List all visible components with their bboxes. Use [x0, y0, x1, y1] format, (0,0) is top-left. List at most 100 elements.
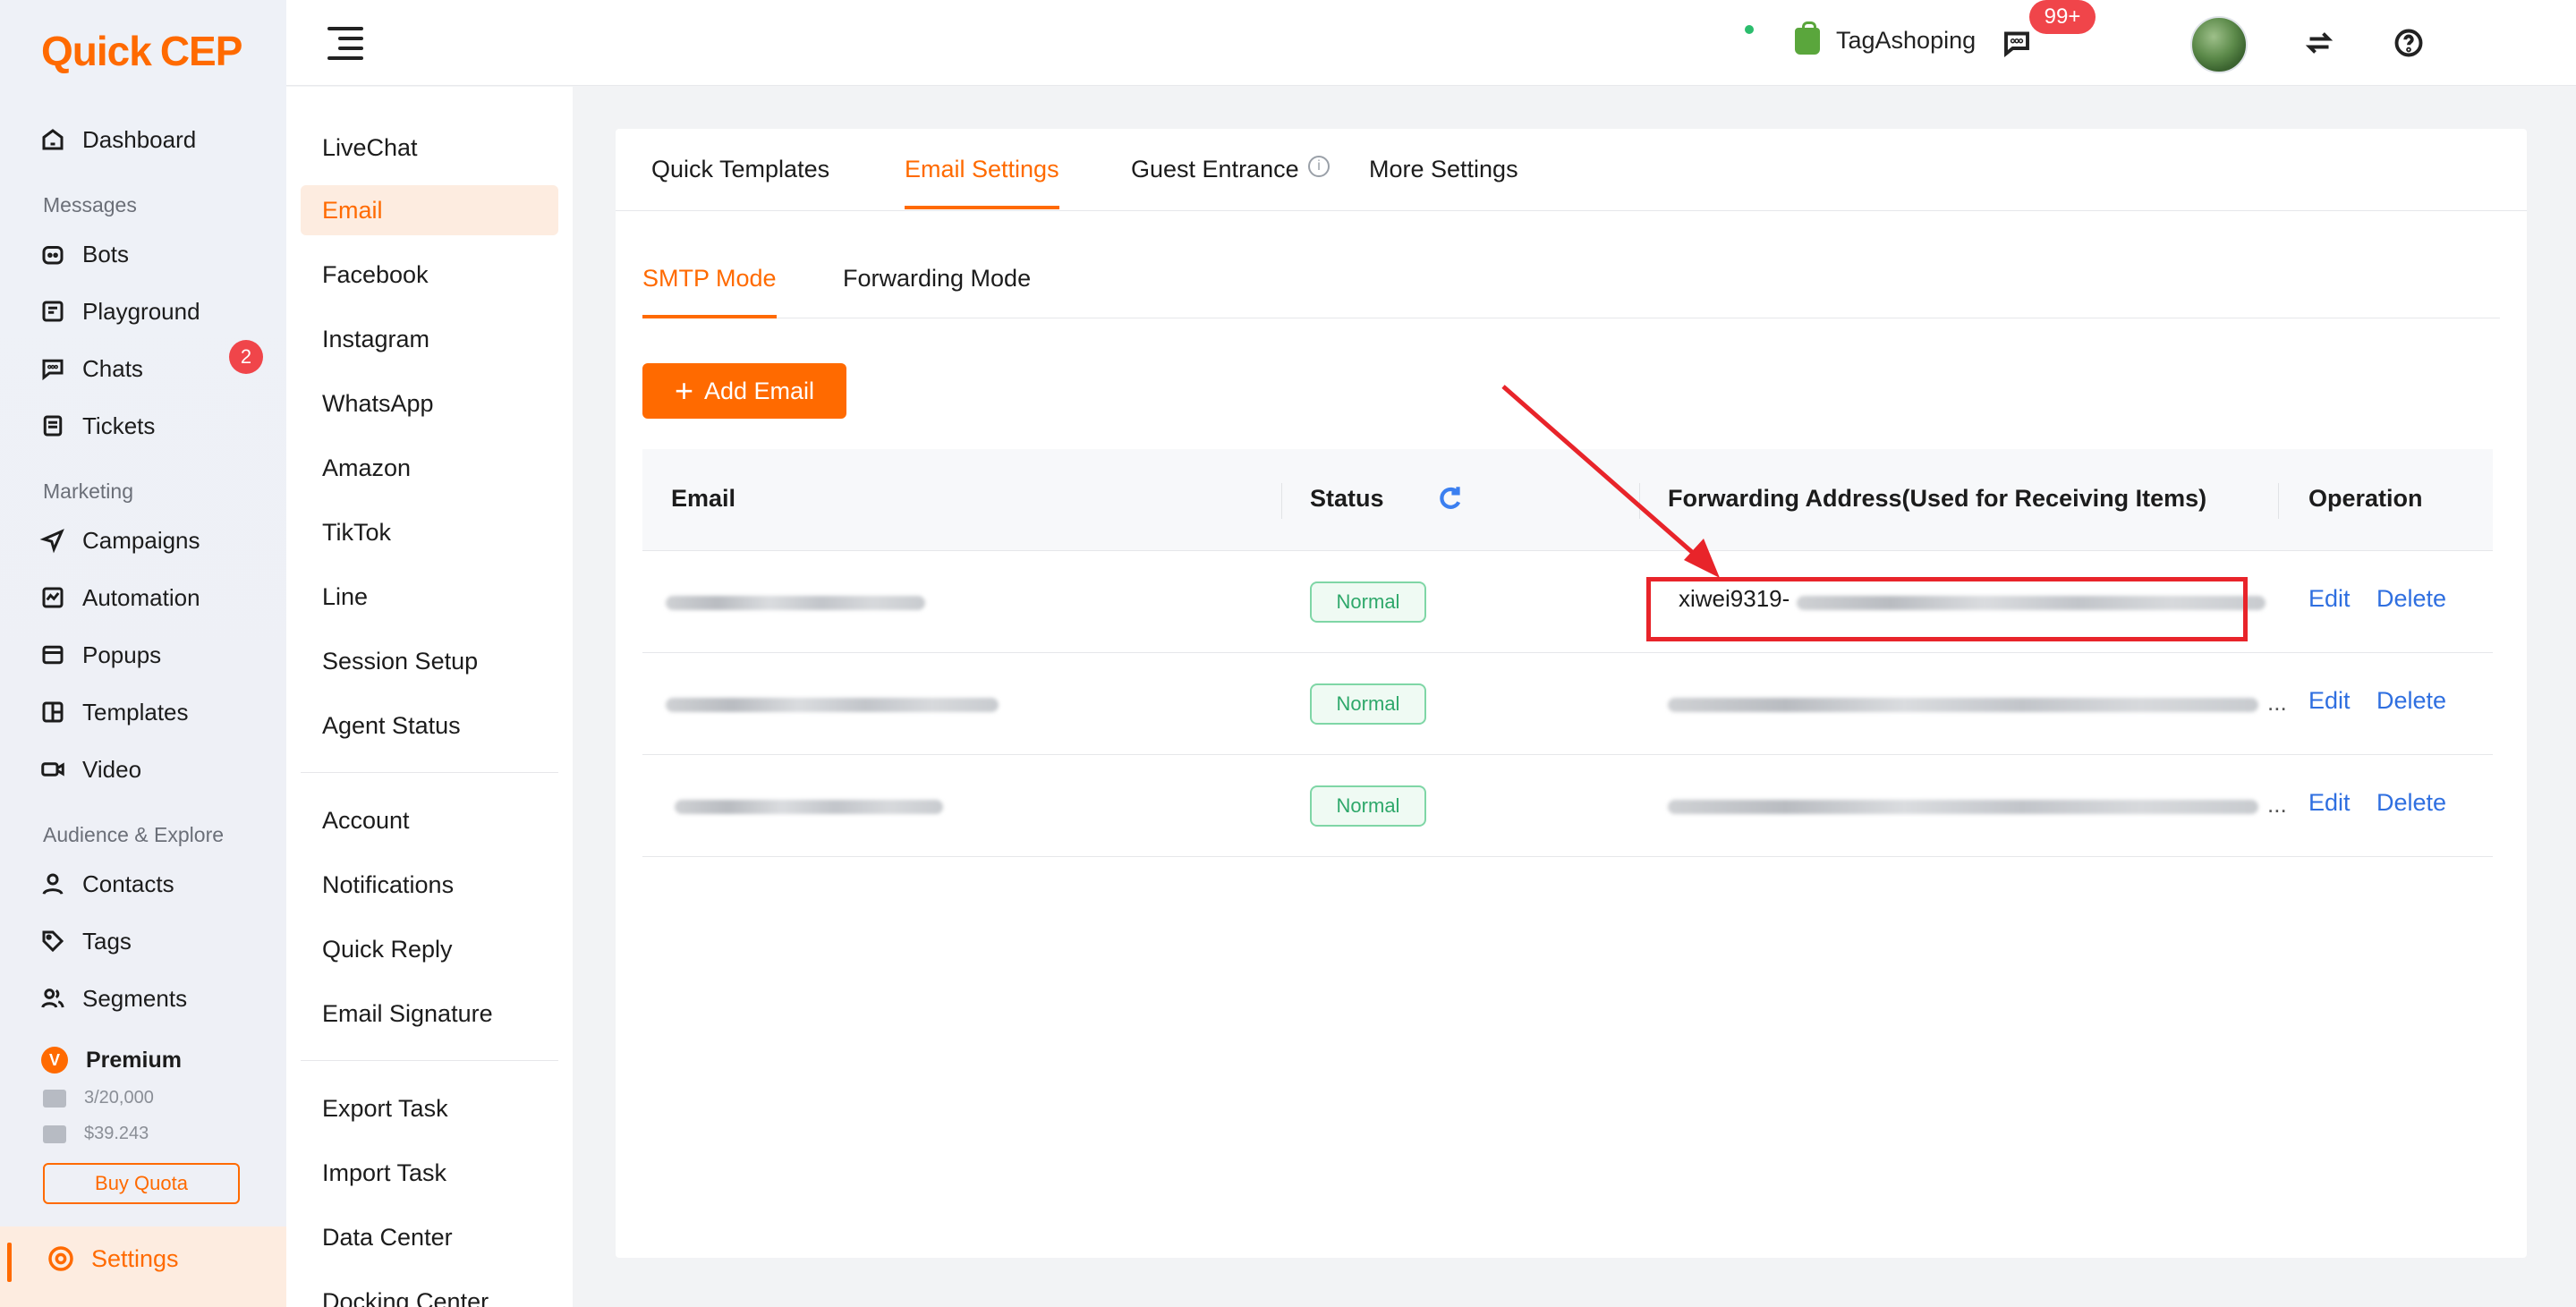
subnav-notifications[interactable]: Notifications [322, 860, 454, 910]
sidebar-item-label: Contacts [82, 870, 174, 897]
sidebar-item-segments[interactable]: Segments [38, 977, 187, 1020]
col-operation: Operation [2308, 485, 2423, 512]
settings-icon [48, 1246, 73, 1271]
subnav-session-setup[interactable]: Session Setup [322, 636, 478, 686]
subnav-line[interactable]: Line [322, 572, 368, 622]
balance-value: $39.243 [84, 1124, 149, 1143]
blurred-forwarding-address [1668, 800, 2258, 814]
sidebar-item-tickets[interactable]: Tickets [38, 404, 155, 447]
delete-link[interactable]: Delete [2376, 687, 2446, 715]
tab-guest-entrance[interactable]: Guest Entrance [1131, 156, 1299, 183]
sidebar-item-label: Popups [82, 641, 162, 668]
subnav-whatsapp[interactable]: WhatsApp [322, 378, 434, 429]
sidebar-item-automation[interactable]: Automation [38, 576, 200, 619]
bot-icon [38, 239, 68, 269]
contact-icon [38, 869, 68, 899]
sidebar-item-label: Campaigns [82, 526, 200, 554]
tab-email-settings[interactable]: Email Settings [905, 156, 1059, 183]
subnav-email-signature[interactable]: Email Signature [322, 989, 493, 1039]
blurred-email [666, 596, 925, 610]
online-status-dot [1743, 23, 1756, 36]
subnav-export-task[interactable]: Export Task [322, 1083, 448, 1133]
store-switcher[interactable]: TagAshoping [1795, 21, 1976, 55]
sidebar-item-bots[interactable]: Bots [38, 233, 129, 276]
popup-icon [38, 640, 68, 670]
tab-smtp-mode[interactable]: SMTP Mode [642, 265, 777, 293]
messages-icon[interactable] [1999, 25, 2035, 61]
sidebar-item-playground[interactable]: Playground [38, 290, 200, 333]
subnav-docking-center[interactable]: Docking Center [322, 1277, 489, 1307]
email-quota: 3/20,000 [43, 1088, 154, 1108]
sidebar-item-chats[interactable]: Chats [38, 347, 143, 390]
subnav-divider [301, 772, 558, 773]
subnav-email[interactable]: Email [322, 185, 383, 235]
tab-more-settings[interactable]: More Settings [1369, 156, 1518, 183]
subnav-import-task[interactable]: Import Task [322, 1148, 446, 1198]
sidebar-item-label: Playground [82, 297, 200, 325]
sidebar-item-label: Tags [82, 927, 132, 955]
sidebar-item-popups[interactable]: Popups [38, 633, 161, 676]
sidebar-item-dashboard[interactable]: Dashboard [38, 118, 196, 161]
user-avatar[interactable] [2190, 16, 2248, 73]
blurred-forwarding-address [1668, 698, 2258, 712]
tab-forwarding-mode[interactable]: Forwarding Mode [843, 265, 1031, 293]
subnav-quick-reply[interactable]: Quick Reply [322, 924, 453, 974]
delete-link[interactable]: Delete [2376, 789, 2446, 817]
annotation-highlight-box [1646, 577, 2248, 641]
section-messages: Messages [43, 193, 137, 216]
blurred-email [675, 800, 943, 814]
subnav-account[interactable]: Account [322, 795, 410, 845]
home-icon [38, 124, 68, 155]
plan-premium: V Premium [41, 1047, 182, 1074]
subnav-data-center[interactable]: Data Center [322, 1212, 453, 1262]
edit-link[interactable]: Edit [2308, 687, 2351, 715]
email-quota-value: 3/20,000 [84, 1088, 154, 1108]
menu-collapse-icon[interactable] [327, 27, 363, 60]
col-email: Email [671, 485, 736, 512]
add-email-button[interactable]: + Add Email [642, 363, 846, 419]
buy-quota-button[interactable]: Buy Quota [43, 1163, 240, 1204]
mode-tabs: SMTP Mode Forwarding Mode [642, 236, 2500, 318]
sidebar-item-label: Chats [82, 354, 143, 382]
settings-subnav: LiveChat Email Facebook Instagram WhatsA… [286, 87, 573, 1307]
truncation-ellipsis: ... [2267, 791, 2287, 818]
sidebar-item-tags[interactable]: Tags [38, 920, 132, 963]
sidebar-item-label: Video [82, 755, 142, 783]
help-icon[interactable] [2391, 25, 2427, 61]
refresh-status-icon[interactable] [1435, 483, 1466, 513]
subnav-amazon[interactable]: Amazon [322, 443, 411, 493]
section-audience: Audience & Explore [43, 823, 225, 846]
edit-link[interactable]: Edit [2308, 585, 2351, 613]
tab-quick-templates[interactable]: Quick Templates [651, 156, 829, 183]
premium-badge-icon: V [41, 1047, 68, 1074]
status-badge: Normal [1310, 683, 1426, 725]
truncation-ellipsis: ... [2267, 689, 2287, 716]
sidebar-item-campaigns[interactable]: Campaigns [38, 519, 200, 562]
sidebar-item-templates[interactable]: Templates [38, 691, 189, 734]
sidebar-item-settings[interactable]: Settings [0, 1226, 286, 1307]
col-separator [2278, 483, 2279, 519]
edit-link[interactable]: Edit [2308, 789, 2351, 817]
quickcep-logo[interactable]: Quick CEP [41, 23, 242, 79]
sidebar-item-label: Bots [82, 240, 130, 267]
subnav-agent-status[interactable]: Agent Status [322, 700, 461, 751]
col-forwarding-address: Forwarding Address(Used for Receiving It… [1668, 485, 2207, 512]
subnav-instagram[interactable]: Instagram [322, 314, 429, 364]
shopify-icon [1795, 21, 1820, 55]
info-icon[interactable]: i [1308, 156, 1330, 177]
col-status: Status [1310, 485, 1384, 512]
sidebar-item-contacts[interactable]: Contacts [38, 862, 174, 905]
subnav-livechat[interactable]: LiveChat [322, 123, 418, 173]
add-email-label: Add Email [703, 377, 815, 404]
subnav-tiktok[interactable]: TikTok [322, 507, 391, 557]
active-mode-underline [642, 315, 777, 318]
video-icon [38, 754, 68, 785]
plus-icon: + [674, 372, 693, 409]
logo-q: Q [41, 28, 73, 74]
sidebar-item-video[interactable]: Video [38, 748, 141, 791]
switch-icon[interactable] [2301, 25, 2337, 61]
annotation-arrow-icon [1501, 385, 1720, 578]
subnav-facebook[interactable]: Facebook [322, 250, 429, 300]
logo-uick: uick [72, 28, 152, 74]
delete-link[interactable]: Delete [2376, 585, 2446, 613]
